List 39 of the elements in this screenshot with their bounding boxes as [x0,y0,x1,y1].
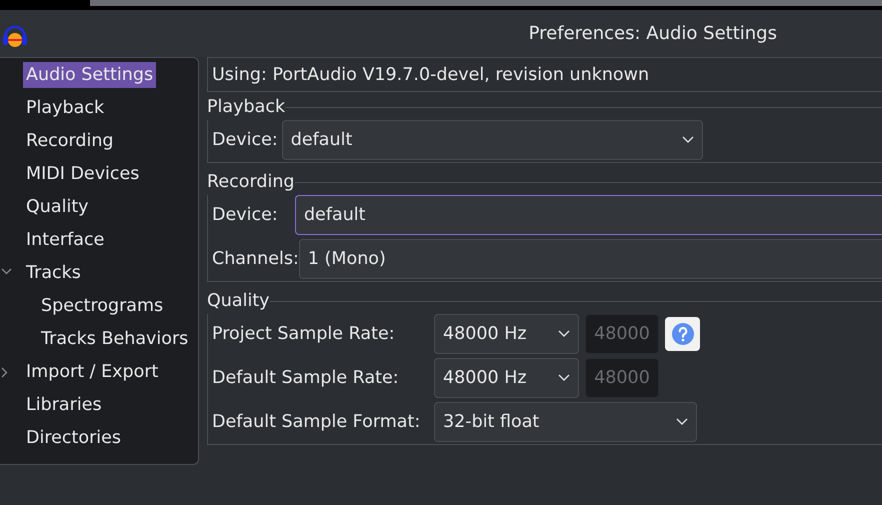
field-label: Device: [212,205,279,225]
sample-rate-field: 48000 [585,358,659,398]
chevron-down-icon [676,418,688,426]
host-info-text: Using: PortAudio V19.7.0-devel, revision unknown [207,57,882,92]
sidebar-item[interactable]: Recording [23,128,117,154]
sample-rate-dropdown[interactable]: 48000 Hz [434,314,579,354]
chevron-right-icon[interactable] [1,367,9,378]
sidebar-item[interactable]: Interface [23,226,108,252]
sidebar-item[interactable]: Playback [23,94,108,120]
sidebar-item[interactable]: Tracks [23,260,84,286]
window-title: Preferences: Audio Settings [528,23,777,44]
sidebar-item[interactable]: Libraries [23,392,105,418]
channels-dropdown[interactable]: 1 (Mono) [298,239,882,279]
device-field[interactable]: default [294,195,882,235]
sidebar-item[interactable]: Quality [23,194,92,220]
sidebar-item[interactable]: Tracks Behaviors [38,326,192,352]
help-icon [670,322,694,346]
sidebar-item[interactable]: Import / Export [23,358,162,384]
field-label: Default Sample Rate: [212,368,400,388]
field-label: Channels: [212,249,299,269]
device-dropdown[interactable]: default [282,120,703,160]
field-label: Default Sample Format: [212,412,422,432]
chevron-down-icon [558,330,570,338]
sample-rate-dropdown[interactable]: 48000 Hz [434,358,579,398]
chevron-down-icon [558,374,570,382]
field-label: Project Sample Rate: [212,324,396,344]
sidebar-item[interactable]: Spectrograms [38,292,166,318]
chevron-down-icon[interactable] [1,268,12,276]
group-title: Quality [207,290,270,313]
group-title: Playback [207,96,286,119]
help-button[interactable] [665,317,700,351]
sidebar-item[interactable]: MIDI Devices [23,160,142,186]
sidebar-item[interactable]: Audio Settings [23,62,156,88]
group-title: Recording [207,171,295,194]
sample-format-dropdown[interactable]: 32-bit float [434,402,697,442]
sidebar-item[interactable]: Directories [23,424,124,450]
field-label: Device: [212,130,278,150]
chevron-down-icon [682,136,694,144]
sample-rate-field: 48000 [585,314,659,354]
